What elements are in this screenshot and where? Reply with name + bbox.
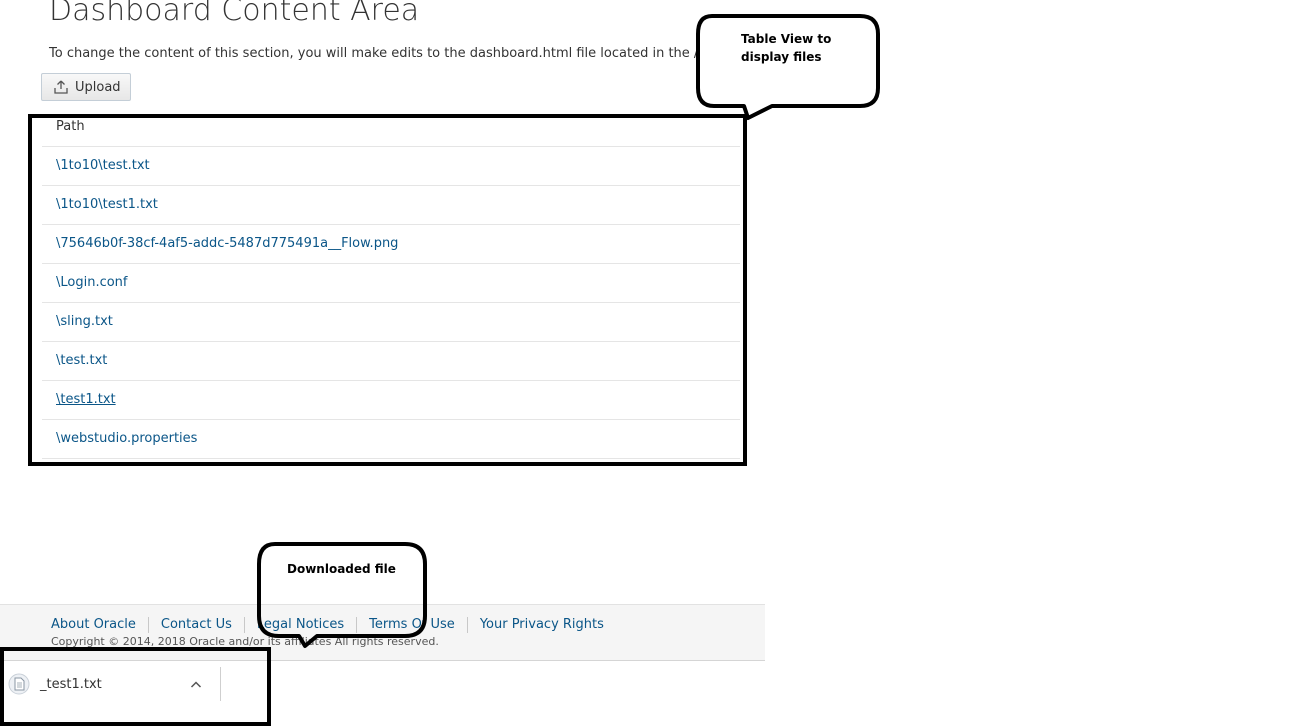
table-row: \test.txt bbox=[42, 342, 740, 381]
chevron-up-icon[interactable] bbox=[188, 677, 204, 693]
upload-button-label: Upload bbox=[75, 79, 121, 95]
download-file-name: _test1.txt bbox=[40, 677, 102, 692]
table-row: \webstudio.properties bbox=[42, 420, 740, 459]
table-row: \Login.conf bbox=[42, 264, 740, 303]
footer: About Oracle Contact Us Legal Notices Te… bbox=[0, 604, 765, 661]
table-row: \1to10\test.txt bbox=[42, 147, 740, 186]
download-item[interactable]: _test1.txt bbox=[0, 660, 222, 712]
download-callout-text: Downloaded file bbox=[287, 562, 396, 576]
file-link[interactable]: \1to10\test.txt bbox=[56, 158, 150, 173]
upload-button[interactable]: Upload bbox=[41, 73, 131, 101]
page: Dashboard Content Area To change the con… bbox=[0, 0, 1314, 726]
table-row: \test1.txt bbox=[42, 381, 740, 420]
file-link[interactable]: \webstudio.properties bbox=[56, 431, 197, 446]
footer-link-legal-notices[interactable]: Legal Notices bbox=[243, 617, 356, 633]
file-link[interactable]: \1to10\test1.txt bbox=[56, 197, 158, 212]
footer-link-privacy-rights[interactable]: Your Privacy Rights bbox=[466, 617, 616, 633]
file-link[interactable]: \75646b0f-38cf-4af5-addc-5487d775491a__F… bbox=[56, 236, 398, 251]
download-divider bbox=[220, 667, 221, 701]
page-description: To change the content of this section, y… bbox=[49, 46, 795, 61]
footer-link-contact-us[interactable]: Contact Us bbox=[147, 617, 244, 633]
document-icon bbox=[8, 673, 30, 695]
table-row: \75646b0f-38cf-4af5-addc-5487d775491a__F… bbox=[42, 225, 740, 264]
table-row: \sling.txt bbox=[42, 303, 740, 342]
page-title: Dashboard Content Area bbox=[49, 0, 420, 28]
file-table: Path \1to10\test.txt \1to10\test1.txt \7… bbox=[42, 115, 740, 459]
file-link[interactable]: \Login.conf bbox=[56, 275, 128, 290]
file-link-active[interactable]: \test1.txt bbox=[56, 392, 116, 407]
footer-links: About Oracle Contact Us Legal Notices Te… bbox=[51, 617, 616, 633]
footer-link-terms-of-use[interactable]: Terms Of Use bbox=[356, 617, 467, 633]
table-callout-text: Table View to display files bbox=[741, 32, 832, 64]
upload-icon bbox=[54, 80, 68, 94]
footer-link-about-oracle[interactable]: About Oracle bbox=[51, 617, 148, 633]
table-row: \1to10\test1.txt bbox=[42, 186, 740, 225]
file-link[interactable]: \test.txt bbox=[56, 353, 107, 368]
column-header-path: Path bbox=[42, 115, 740, 147]
copyright: Copyright © 2014, 2018 Oracle and/or its… bbox=[51, 635, 439, 648]
table-callout-bubble bbox=[696, 14, 880, 120]
file-link[interactable]: \sling.txt bbox=[56, 314, 113, 329]
